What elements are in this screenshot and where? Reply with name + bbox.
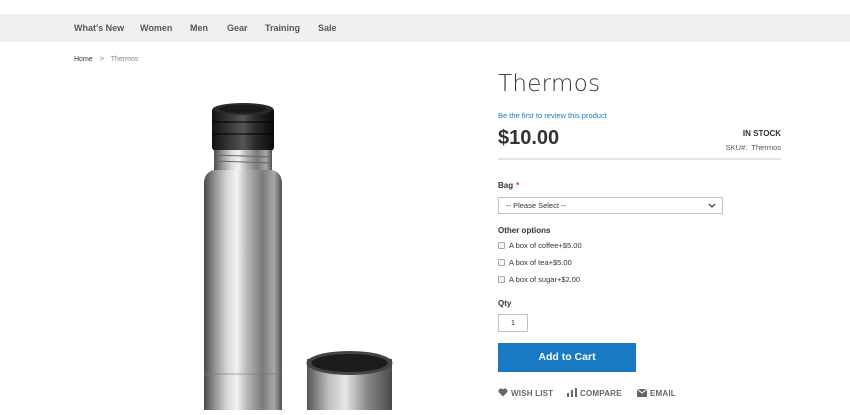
email-button[interactable]: EMAIL [636,388,676,398]
nav-whats-new[interactable]: What's New [74,14,124,42]
checkbox[interactable] [498,241,505,249]
wishlist-button[interactable]: WISH LIST [498,388,554,398]
compare-button[interactable]: COMPARE [567,388,622,398]
nav-men[interactable]: Men [190,14,208,42]
bag-select[interactable]: -- Please Select -- [498,197,723,214]
breadcrumb-separator: > [99,56,104,63]
option-tea[interactable]: A box of tea+$5.00 [498,257,572,269]
stock-status: IN STOCK [742,129,781,138]
option-label: A box of sugar+$2.00 [509,275,581,284]
wishlist-label: WISH LIST [511,389,554,398]
nav-training[interactable]: Training [265,14,300,42]
qty-input[interactable]: 1 [498,314,528,332]
checkbox[interactable] [498,275,505,283]
chevron-down-icon [708,203,716,208]
add-to-cart-button[interactable]: Add to Cart [498,343,636,372]
required-marker: * [516,181,520,190]
option-label: A box of tea+$5.00 [509,258,572,267]
breadcrumb-home[interactable]: Home [74,56,93,63]
bar-chart-icon [567,388,577,398]
thermos-image [204,103,393,410]
option-sugar[interactable]: A box of sugar+$2.00 [498,274,580,286]
breadcrumb: Home > Thermos [74,56,138,63]
divider [498,158,781,160]
product-title: Thermos [498,71,601,97]
bag-label: Bag * [498,181,520,190]
product-image[interactable] [145,74,407,410]
email-label: EMAIL [650,389,676,398]
review-link[interactable]: Be the first to review this product [498,111,607,120]
sku-label: SKU#: [725,143,748,152]
heart-icon [498,388,508,397]
sku: SKU#: Thermos [726,143,781,152]
qty-label: Qty [498,299,512,308]
main-nav: What's New Women Men Gear Training Sale [0,14,850,42]
envelope-icon [636,388,648,397]
sku-value: Thermos [751,143,781,152]
option-coffee[interactable]: A box of coffee+$5.00 [498,240,582,252]
nav-sale[interactable]: Sale [318,14,337,42]
breadcrumb-current: Thermos [110,56,139,63]
product-price: $10.00 [498,127,560,149]
top-spacer [0,0,850,14]
option-label: A box of coffee+$5.00 [509,241,582,250]
nav-gear[interactable]: Gear [227,14,248,42]
nav-women[interactable]: Women [140,14,172,42]
other-options-label: Other options [498,226,551,235]
compare-label: COMPARE [580,389,622,398]
checkbox[interactable] [498,258,505,266]
bag-select-value: -- Please Select -- [506,201,567,210]
